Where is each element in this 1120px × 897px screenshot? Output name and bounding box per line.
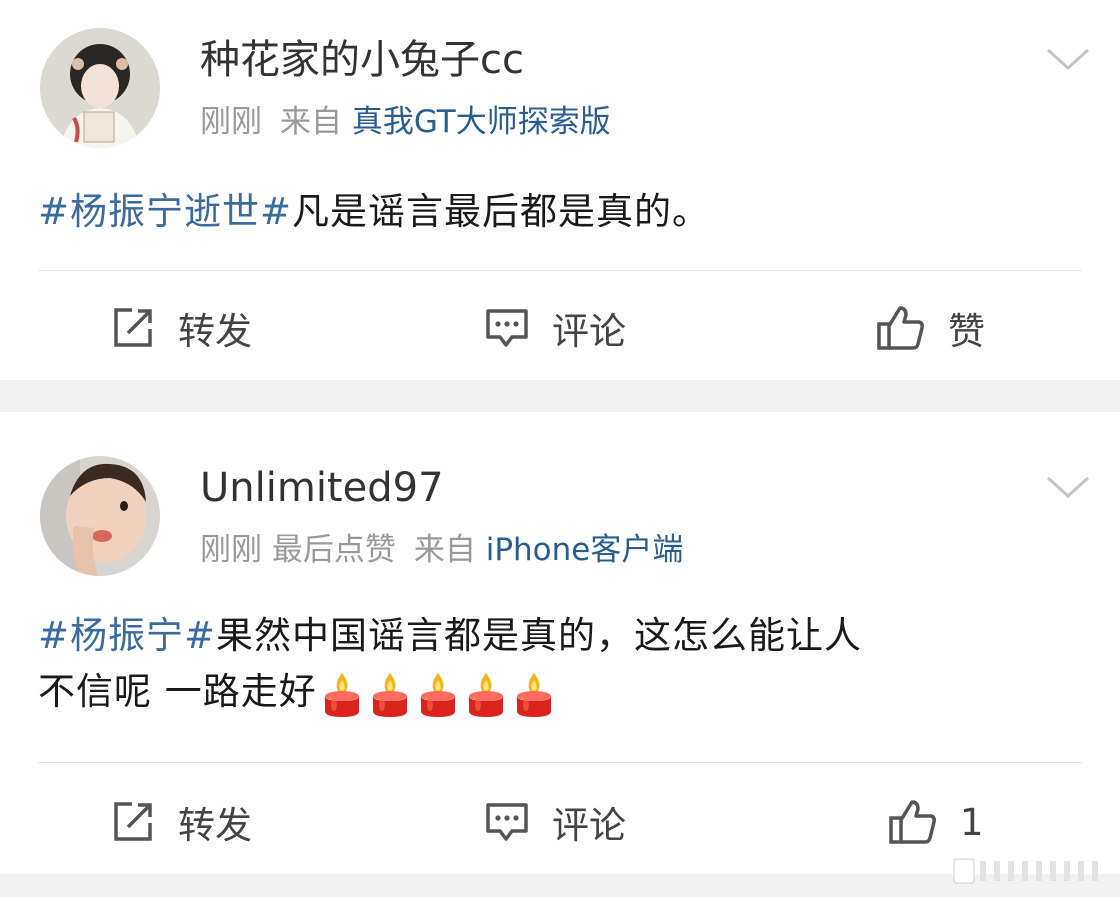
post-text-line2: 不信呢 一路走好: [38, 670, 317, 713]
chevron-down-icon[interactable]: [1044, 44, 1092, 74]
comment-icon: [486, 309, 528, 347]
comment-label: 评论: [552, 804, 626, 847]
post-meta: 刚刚 来自 真我GT大师探索版: [200, 102, 611, 142]
post-text: 凡是谣言最后都是真的。: [292, 190, 711, 233]
weibo-feed: 种花家的小兔子cc 刚刚 来自 真我GT大师探索版 #杨振宁逝世#凡是谣言最后都是…: [0, 0, 1120, 897]
candle-icon: [468, 673, 503, 717]
candle-icon: [420, 673, 455, 717]
chevron-down-icon[interactable]: [1044, 472, 1092, 502]
repost-icon: [114, 308, 152, 347]
from-label: 来自: [280, 104, 342, 140]
candle-icon: [516, 673, 551, 717]
repost-button[interactable]: 转发: [110, 796, 252, 848]
scrollbar[interactable]: [952, 857, 1112, 885]
divider: [38, 270, 1082, 271]
username[interactable]: Unlimited97: [200, 464, 444, 512]
repost-label: 转发: [178, 310, 252, 353]
candle-icon: [372, 673, 407, 717]
last-like-label: 最后点赞: [271, 532, 396, 568]
avatar[interactable]: [40, 456, 160, 576]
repost-label: 转发: [178, 804, 252, 847]
candle-icon: [324, 673, 359, 717]
like-button[interactable]: 1: [888, 796, 984, 848]
thumbs-up-icon: [877, 306, 924, 350]
post-time: 刚刚: [200, 104, 262, 140]
hashtag-link[interactable]: #杨振宁逝世#: [38, 190, 292, 233]
comment-button[interactable]: 评论: [484, 796, 626, 848]
post-card[interactable]: 种花家的小兔子cc 刚刚 来自 真我GT大师探索版 #杨振宁逝世#凡是谣言最后都是…: [0, 0, 1120, 380]
like-button[interactable]: 赞: [876, 302, 985, 354]
comment-button[interactable]: 评论: [484, 302, 626, 354]
like-count: 1: [960, 800, 984, 844]
hashtag-link[interactable]: #杨振宁#: [38, 614, 216, 657]
thumbs-up-icon: [889, 800, 936, 844]
post-content: #杨振宁#果然中国谣言都是真的，这怎么能让人 不信呢 一路走好: [38, 608, 1088, 722]
repost-button[interactable]: 转发: [110, 302, 252, 354]
like-label: 赞: [948, 310, 985, 353]
username[interactable]: 种花家的小兔子cc: [200, 36, 524, 84]
avatar[interactable]: [40, 28, 160, 148]
post-source[interactable]: iPhone客户端: [486, 532, 684, 568]
post-content: #杨振宁逝世#凡是谣言最后都是真的。: [38, 184, 1088, 240]
post-source[interactable]: 真我GT大师探索版: [352, 104, 611, 140]
candle-emoji-row: [319, 666, 559, 722]
divider: [38, 762, 1082, 763]
post-text: 果然中国谣言都是真的，这怎么能让人: [216, 614, 863, 657]
comment-icon: [486, 803, 528, 841]
post-meta: 刚刚 最后点赞 来自 iPhone客户端: [200, 530, 683, 570]
comment-label: 评论: [552, 310, 626, 353]
post-time: 刚刚: [200, 532, 262, 568]
repost-icon: [114, 802, 152, 841]
from-label: 来自: [413, 532, 476, 568]
post-card[interactable]: Unlimited97 刚刚 最后点赞 来自 iPhone客户端 #杨振宁#果然中…: [0, 412, 1120, 874]
